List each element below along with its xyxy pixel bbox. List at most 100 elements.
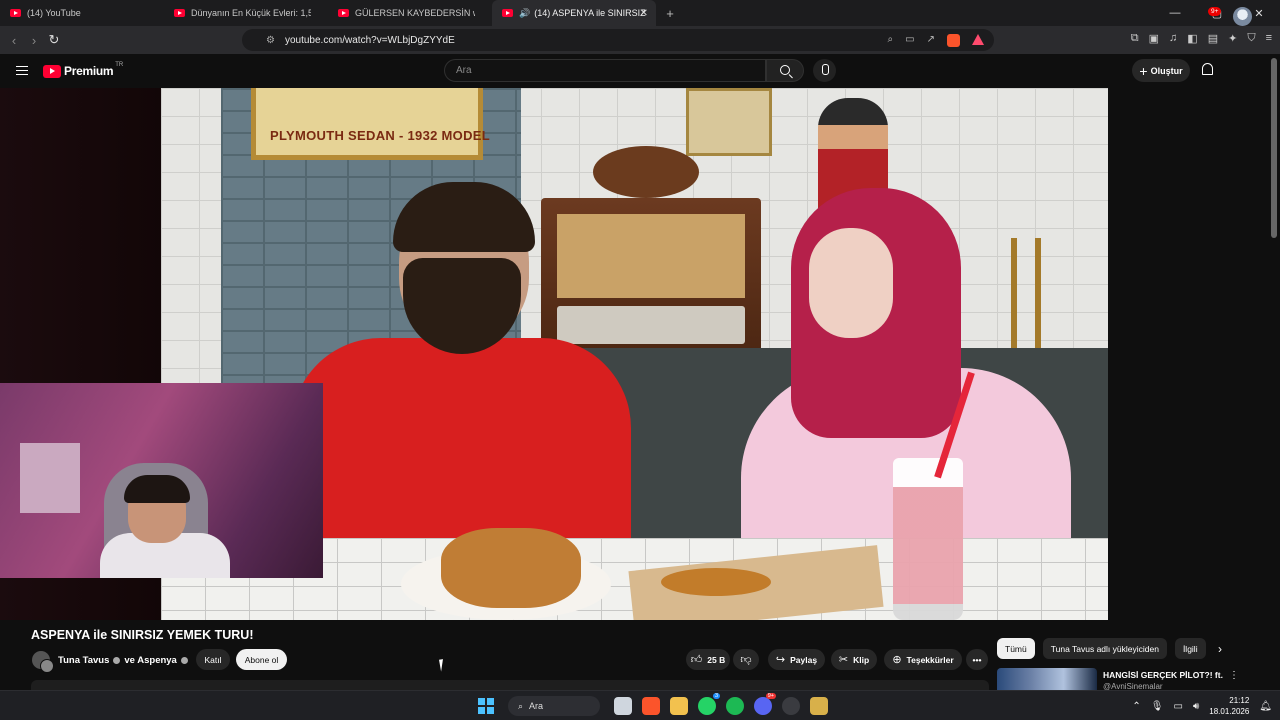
chip-from-uploader[interactable]: Tuna Tavus adlı yükleyiciden [1042, 638, 1167, 659]
youtube-masthead: Premium TR Ara + Oluştur [0, 54, 1280, 88]
file-explorer-icon[interactable] [670, 697, 688, 715]
browser-tab-youtube-home[interactable]: (14) YouTube [0, 0, 164, 26]
network-icon[interactable]: ▭ [1173, 701, 1182, 712]
extensions-icon[interactable]: ⧉ [1131, 32, 1139, 45]
more-actions-button[interactable]: ••• [966, 649, 988, 670]
share-icon[interactable]: ↗ [927, 34, 935, 47]
thanks-button[interactable]: ⊕ Teşekkürler [884, 649, 962, 670]
close-tab-icon[interactable]: ✕ [640, 8, 648, 19]
collab-name[interactable]: ve Aspenya [124, 655, 176, 666]
minimize-button[interactable]: — [1154, 0, 1196, 26]
account-avatar[interactable] [1233, 7, 1252, 26]
notifications-bell-icon[interactable] [1202, 63, 1213, 75]
microphone-icon[interactable]: 🎙︎ [1151, 701, 1164, 712]
chevron-right-icon[interactable]: › [1218, 642, 1222, 656]
subscribe-button[interactable]: Abone ol [236, 649, 287, 670]
media-icon[interactable]: ♫ [1169, 32, 1177, 45]
app-icon[interactable] [810, 697, 828, 715]
rec-menu-icon[interactable]: ⋮ [1229, 670, 1239, 681]
forward-button[interactable]: › [24, 33, 44, 48]
thanks-label: Teşekkürler [906, 654, 954, 665]
start-button[interactable] [478, 698, 494, 714]
discord-icon[interactable]: 9+ [754, 693, 776, 715]
guide-menu-icon[interactable] [16, 66, 28, 75]
taskbar-search[interactable]: ⌕ Ara [508, 696, 600, 716]
chip-all[interactable]: Tümü [997, 638, 1035, 659]
search-icon: ⌕ [518, 700, 524, 711]
youtube-premium-logo[interactable]: Premium TR [43, 62, 123, 78]
search-button[interactable] [766, 59, 804, 82]
browser-tab-strip: (14) YouTube Dünyanın En Küçük Evleri: 1… [0, 0, 1280, 26]
zoom-icon[interactable]: ⌕ [888, 34, 894, 47]
menu-icon[interactable]: ≡ [1266, 32, 1272, 45]
verified-icon [180, 656, 188, 664]
share-arrow-icon: ↪ [775, 654, 786, 666]
address-bar[interactable]: ⚙ youtube.com/watch?v=WLbjDgZYYdE ⌕ ▭ ↗ [242, 29, 994, 51]
url-text[interactable]: youtube.com/watch?v=WLbjDgZYYdE [285, 35, 888, 46]
reload-button[interactable]: ↻ [44, 32, 64, 48]
browser-toolbar: ‹ › ↻ ⚙ youtube.com/watch?v=WLbjDgZYYdE … [0, 26, 1280, 54]
join-button[interactable]: Katıl [196, 649, 230, 670]
notification-center-icon[interactable]: 🔔︎ [1259, 701, 1272, 712]
share-label: Paylaş [790, 654, 818, 665]
obs-icon[interactable] [782, 697, 800, 715]
like-button[interactable]: 👍︎ 25 B [686, 649, 730, 670]
browser-tab-tiny-houses[interactable]: Dünyanın En Küçük Evleri: 1,5 m² Tab [164, 0, 328, 26]
leo-ai-icon[interactable]: ✦ [1228, 32, 1237, 45]
cast-icon[interactable]: ▭ [905, 34, 914, 47]
clock[interactable]: 21:12 18.01.2026 [1209, 695, 1249, 717]
logo-word: Premium [64, 64, 114, 78]
video-player[interactable]: PLYMOUTH SEDAN - 1932 MODEL [0, 88, 1270, 620]
search-icon [780, 65, 790, 75]
task-view-icon[interactable] [614, 697, 632, 715]
clip-label: Klip [853, 654, 870, 665]
search-input[interactable]: Ara [444, 59, 766, 82]
new-tab-button[interactable]: + [660, 6, 680, 21]
channel-avatar[interactable] [32, 651, 54, 673]
notification-badge: 9+ [1208, 7, 1222, 16]
wallet-icon[interactable]: ▤ [1208, 32, 1218, 45]
related-chips: Tümü Tuna Tavus adlı yükleyiciden İlgili [997, 638, 1206, 659]
owner-name[interactable]: Tuna Tavus [58, 655, 109, 666]
dislike-button[interactable]: 👎︎ [733, 649, 759, 670]
brave-shields-icon[interactable] [947, 33, 960, 47]
youtube-logo-icon [43, 64, 61, 78]
voice-search-button[interactable] [813, 59, 836, 82]
spotify-icon[interactable] [726, 697, 744, 715]
verified-icon [113, 656, 121, 664]
mouse-cursor-icon [439, 658, 449, 672]
back-button[interactable]: ‹ [4, 33, 24, 48]
tab-title: (14) YouTube [27, 8, 81, 18]
windows-taskbar: ⌕ Ara 3 9+ ⌃ 🎙︎ ▭ 🔊︎ 21:12 18.01.2026 🔔︎ [0, 690, 1280, 720]
page-scrollbar[interactable] [1271, 58, 1277, 238]
chip-related[interactable]: İlgili [1174, 638, 1206, 659]
rec-title[interactable]: HANGİSİ GERÇEK PİLOT?! ft. [1103, 670, 1223, 680]
screenshot-icon[interactable]: ▣ [1149, 32, 1159, 45]
audio-playing-icon[interactable]: 🔊 [519, 8, 530, 19]
brave-browser-icon[interactable] [642, 697, 660, 715]
clock-date: 18.01.2026 [1209, 707, 1250, 716]
whatsapp-icon[interactable]: 3 [698, 693, 720, 715]
brave-rewards-icon[interactable] [972, 33, 984, 45]
thumbs-down-icon: 👎︎ [740, 654, 752, 666]
banana-dessert [661, 568, 771, 596]
create-button[interactable]: + Oluştur [1132, 59, 1190, 82]
browser-tab-gulersen[interactable]: GÜLERSEN KAYBEDERSİN w/ Rutin Di [328, 0, 492, 26]
scissors-icon: ✂ [838, 654, 849, 666]
site-info-icon[interactable]: ⚙ [266, 35, 275, 46]
like-count: 25 B [707, 654, 726, 665]
video-owner[interactable]: Tuna Tavus ve Aspenya [32, 650, 192, 673]
whatsapp-badge: 3 [712, 693, 720, 699]
vpn-icon[interactable]: ⛉ [1247, 32, 1255, 45]
sign-text: PLYMOUTH SEDAN - 1932 MODEL [270, 128, 490, 143]
volume-icon[interactable]: 🔊︎ [1193, 701, 1199, 712]
clip-button[interactable]: ✂ Klip [831, 649, 877, 670]
rec-thumbnail[interactable] [997, 668, 1097, 690]
description-box[interactable] [31, 680, 989, 690]
browser-tab-active[interactable]: 🔊 (14) ASPENYA ile SINIRSIZ YE ✕ [492, 0, 656, 26]
recommended-video[interactable]: HANGİSİ GERÇEK PİLOT?! ft. @AvniSinemala… [997, 668, 1269, 691]
chevron-up-icon[interactable]: ⌃ [1132, 701, 1140, 712]
sidebar-icon[interactable]: ◧ [1187, 32, 1197, 45]
thumbs-up-icon: 👍︎ [690, 654, 703, 666]
share-button[interactable]: ↪ Paylaş [768, 649, 825, 670]
